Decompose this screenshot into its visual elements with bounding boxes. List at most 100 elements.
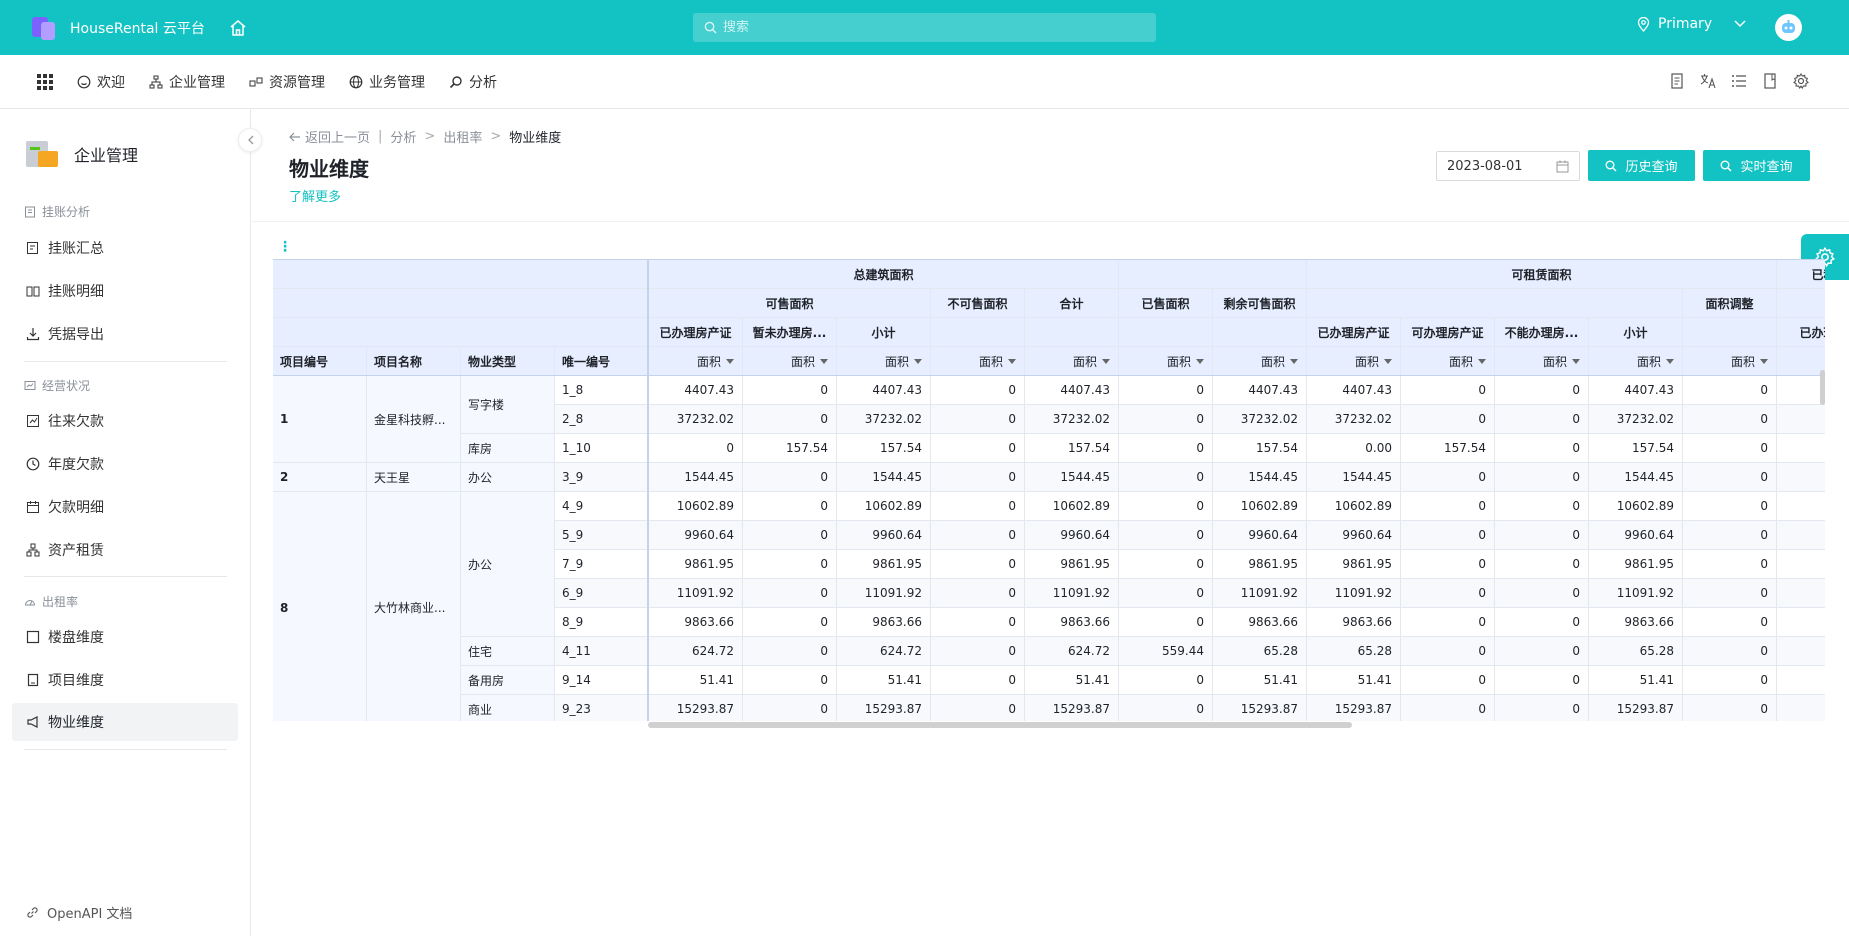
date-picker[interactable]: 2023-08-01 — [1436, 151, 1580, 181]
search-input[interactable] — [723, 20, 1143, 35]
measure-sort-header[interactable]: 面积 — [649, 347, 743, 376]
table-cell: 37232.02 — [1025, 405, 1119, 434]
brand-name: HouseRental 云平台 — [70, 20, 205, 37]
book-icon[interactable] — [1761, 72, 1778, 89]
breadcrumb-occupancy[interactable]: 出租率 — [443, 127, 482, 146]
sidebar-item-arrears-detail[interactable]: 欠款明细 — [12, 488, 238, 526]
table-cell: 157.54 — [743, 434, 837, 463]
fund-icon — [24, 380, 36, 390]
table-cell: 1544.45 — [1213, 463, 1307, 492]
measure-sort-header[interactable]: 面积 — [1777, 347, 1825, 376]
table-cell: 0 — [1683, 637, 1777, 666]
apps-grid-icon[interactable] — [37, 73, 53, 90]
table-cell: 624.72 — [649, 637, 743, 666]
measure-sort-header[interactable]: 面积 — [1683, 347, 1777, 376]
page-title: 物业维度 — [289, 157, 369, 181]
table-cell: 51.41 — [1213, 666, 1307, 695]
table-cell: 9861.95 — [1307, 550, 1401, 579]
sidebar-item-voucher-export[interactable]: 凭据导出 — [12, 315, 238, 353]
measure-sort-header[interactable]: 面积 — [743, 347, 837, 376]
menu-resources[interactable]: 资源管理 — [249, 72, 325, 92]
table-cell — [1777, 637, 1825, 666]
vertical-scrollbar[interactable] — [1820, 370, 1825, 405]
table-cell: 15293.87 — [649, 695, 743, 721]
table-cell: 0 — [743, 695, 837, 721]
history-query-button[interactable]: 历史查询 — [1588, 150, 1695, 181]
tenant-label: Primary — [1658, 16, 1713, 32]
table-cell: 0 — [1495, 550, 1589, 579]
table-cell: 0 — [1495, 463, 1589, 492]
measure-sort-header[interactable]: 面积 — [1213, 347, 1307, 376]
back-link[interactable]: 返回上一页 — [305, 127, 370, 146]
measure-sort-header[interactable]: 面积 — [1119, 347, 1213, 376]
translate-icon[interactable] — [1699, 72, 1716, 89]
project-name[interactable]: 金星科技孵... — [367, 376, 461, 463]
sidebar-item-project-dimension[interactable]: 项目维度 — [12, 661, 238, 699]
unique-id: 8_9 — [555, 608, 649, 637]
sidebar-item-building-dimension[interactable]: 楼盘维度 — [12, 618, 238, 656]
table-cell: 0 — [1119, 434, 1213, 463]
measure-sort-header[interactable]: 面积 — [1025, 347, 1119, 376]
list-icon[interactable] — [1730, 72, 1747, 89]
settings-gear-icon[interactable] — [1792, 72, 1809, 89]
sidebar-item-property-dimension[interactable]: 物业维度 — [12, 703, 238, 741]
project-name[interactable]: 大竹林商业... — [367, 492, 461, 721]
measure-sort-header[interactable]: 面积 — [1401, 347, 1495, 376]
table-cell: 65.28 — [1213, 637, 1307, 666]
robot-avatar-icon — [1782, 20, 1795, 33]
measure-sort-header[interactable]: 面积 — [931, 347, 1025, 376]
avatar[interactable] — [1775, 14, 1802, 41]
menu-business[interactable]: 业务管理 — [349, 72, 425, 92]
table-cell: 4407.43 — [1025, 376, 1119, 405]
measure-sort-header[interactable]: 面积 — [1495, 347, 1589, 376]
table-cell: 65.28 — [1589, 637, 1683, 666]
table-cell: 15293.87 — [1589, 695, 1683, 721]
table-cell: 0 — [1119, 695, 1213, 721]
unique-id: 9_14 — [555, 666, 649, 695]
measure-sort-header[interactable]: 面积 — [1589, 347, 1683, 376]
horizontal-scrollbar[interactable] — [648, 722, 1352, 728]
sidebar-item-account-summary[interactable]: 挂账汇总 — [12, 229, 238, 267]
sidebar-item-arrears[interactable]: 往来欠款 — [12, 402, 238, 440]
project-name[interactable]: 天王星 — [367, 463, 461, 492]
more-options-icon[interactable]: ⋮ — [278, 239, 292, 255]
menu-welcome[interactable]: 欢迎 — [77, 72, 125, 92]
table-cell: 0 — [1683, 492, 1777, 521]
home-icon[interactable] — [229, 19, 247, 37]
clock-icon — [26, 457, 40, 471]
document-icon[interactable] — [1668, 72, 1685, 89]
table-cell — [1777, 608, 1825, 637]
measure-sort-header[interactable]: 面积 — [1307, 347, 1401, 376]
sidebar-item-account-detail[interactable]: 挂账明细 — [12, 272, 238, 310]
global-search[interactable] — [693, 13, 1156, 42]
realtime-query-button[interactable]: 实时查询 — [1703, 150, 1810, 181]
brand[interactable]: HouseRental 云平台 — [30, 15, 205, 41]
org-chart-icon — [149, 75, 163, 88]
measure-sort-header[interactable]: 面积 — [837, 347, 931, 376]
sidebar-collapse-button[interactable] — [238, 128, 262, 152]
table-cell: 9861.95 — [1589, 550, 1683, 579]
table-cell: 9863.66 — [649, 608, 743, 637]
table-cell: 0 — [1683, 521, 1777, 550]
column-header: 不能办理房... — [1495, 318, 1589, 347]
breadcrumb-analysis[interactable]: 分析 — [390, 127, 416, 146]
table-cell: 0 — [743, 405, 837, 434]
search-icon — [704, 21, 717, 34]
pivot-table[interactable]: 总建筑面积 可租赁面积已租可售面积不可售面积合计已售面积剩余可售面积 面积调整已办理… — [273, 259, 1825, 721]
unique-id: 1_10 — [555, 434, 649, 463]
table-cell: 1544.45 — [837, 463, 931, 492]
tenant-switcher[interactable]: Primary — [1637, 16, 1746, 32]
learn-more-link[interactable]: 了解更多 — [289, 186, 341, 205]
menu-analysis[interactable]: 分析 — [449, 72, 497, 92]
table-cell: 0 — [743, 637, 837, 666]
sidebar-item-asset-lease[interactable]: 资产租赁 — [12, 531, 238, 569]
table-cell: 0 — [931, 405, 1025, 434]
menu-enterprise[interactable]: 企业管理 — [149, 72, 225, 92]
sidebar-header: 企业管理 — [24, 135, 138, 173]
search-analysis-icon — [449, 75, 462, 88]
column-header: 可办理房产证 — [1401, 318, 1495, 347]
header-saleable-area: 可售面积 — [649, 289, 931, 318]
sidebar-item-annual-arrears[interactable]: 年度欠款 — [12, 445, 238, 483]
arrow-left-icon[interactable] — [289, 132, 301, 142]
openapi-docs-link[interactable]: OpenAPI 文档 — [26, 903, 132, 922]
